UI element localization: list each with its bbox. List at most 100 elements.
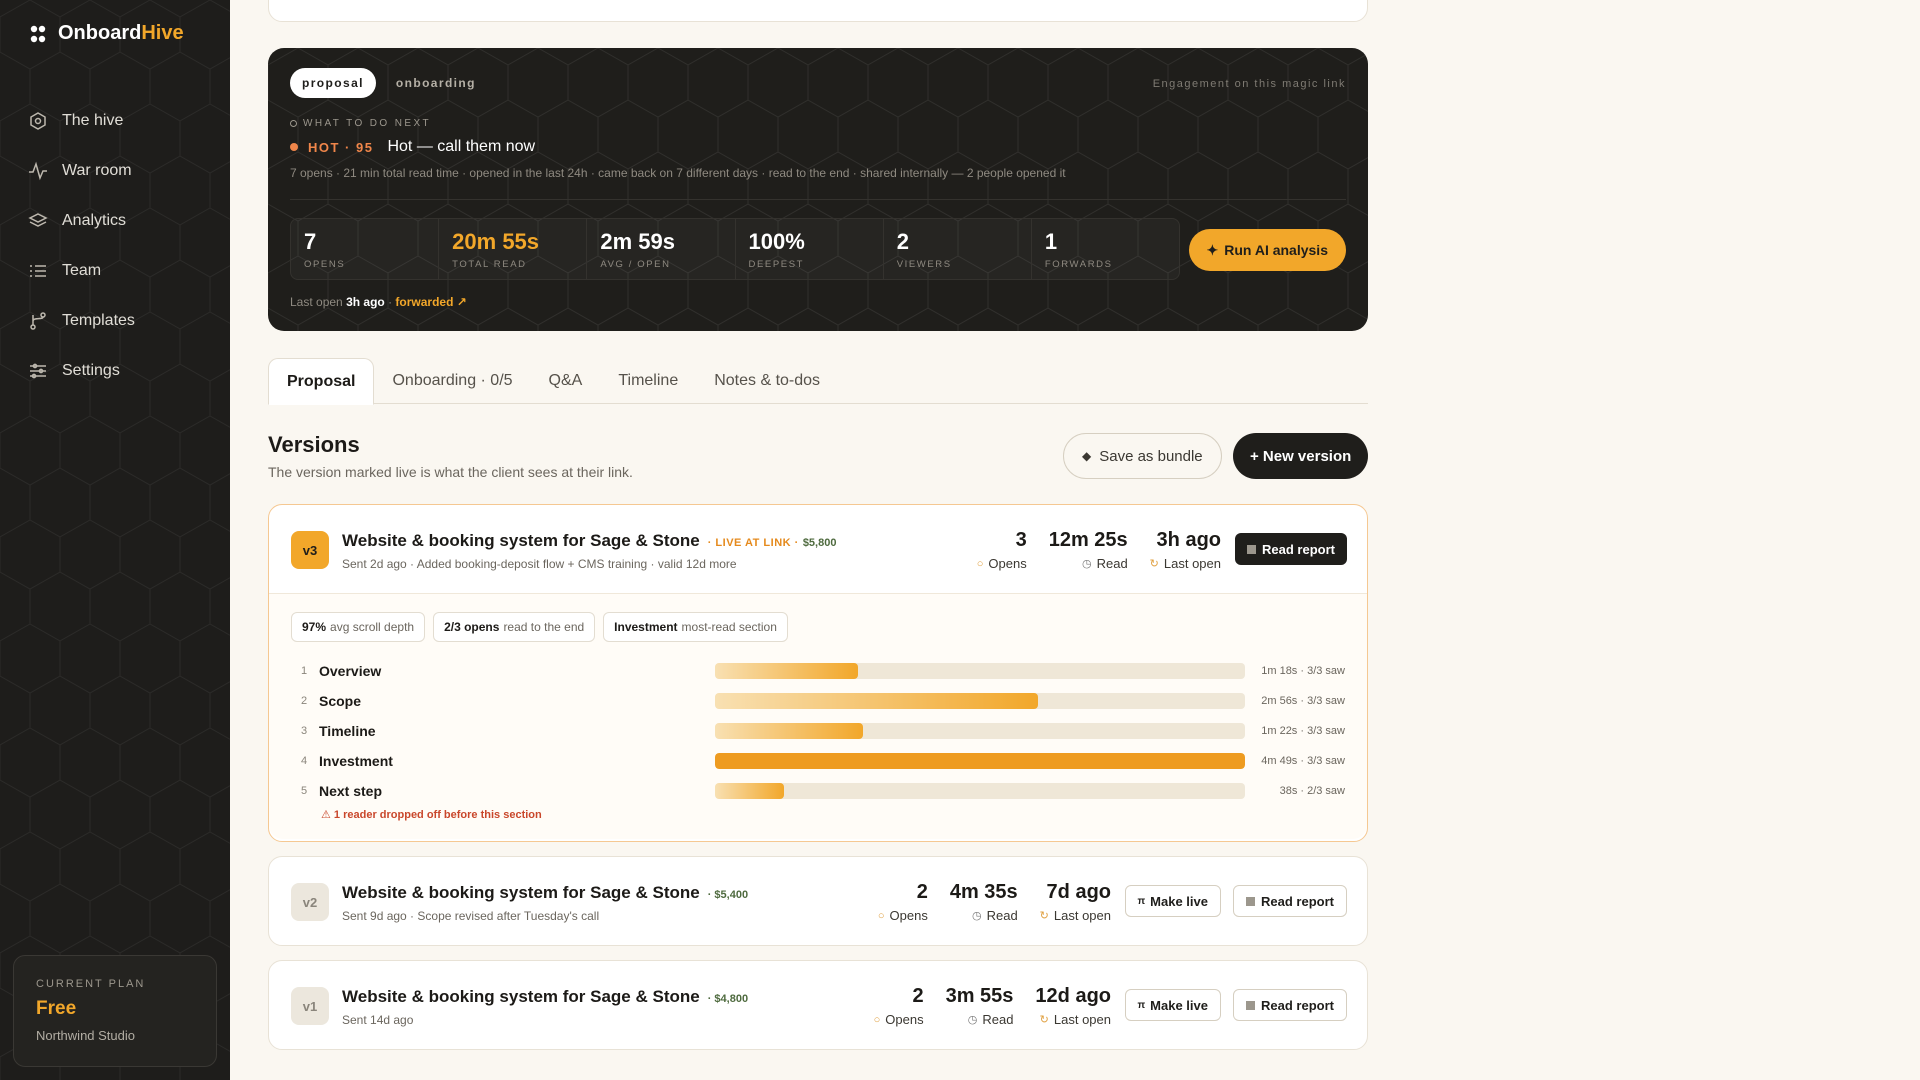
previous-card xyxy=(268,0,1368,22)
ai-button-label: Run AI analysis xyxy=(1224,242,1328,258)
stat-value: 7 xyxy=(304,229,317,254)
version-title-line: Website & booking system for Sage & Ston… xyxy=(342,531,836,551)
hot-score: HOT · 95 xyxy=(308,139,374,155)
logo-text: Onboard xyxy=(58,22,142,44)
list-icon xyxy=(30,265,46,277)
read-report-label: Read report xyxy=(1261,893,1334,909)
timer-icon: ◷ xyxy=(971,910,982,922)
hive-icon xyxy=(30,112,46,130)
section-bar-fill xyxy=(715,723,864,739)
metric-label: ○ Opens xyxy=(878,908,928,923)
engagement-note: Engagement on this magic link xyxy=(1152,78,1346,90)
metric-value: 4m 35s xyxy=(949,881,1018,903)
section-bar xyxy=(715,663,1245,679)
section-row: 5 Next step 38s · 2/3 saw xyxy=(291,776,1345,806)
version-subtitle: Sent 14d ago xyxy=(342,1013,414,1027)
chip-most-read: Investment most-read section xyxy=(603,612,788,642)
org-name: Northwind Studio xyxy=(36,1028,135,1043)
sidebar-item-the-hive[interactable]: The hive xyxy=(0,96,230,146)
version-title: Website & booking system for Sage & Ston… xyxy=(342,883,700,902)
tab-timeline[interactable]: Timeline xyxy=(600,358,696,404)
tab-notes[interactable]: Notes & to-dos xyxy=(696,358,838,404)
version-title: Website & booking system for Sage & Ston… xyxy=(342,987,700,1006)
last-open-value: 3h ago xyxy=(346,295,385,309)
last-open-prefix: Last open xyxy=(290,295,343,309)
version-price: $5,800 xyxy=(802,537,837,549)
metric-label: ○ Opens xyxy=(874,1012,924,1027)
section-time: 38s · 2/3 saw xyxy=(1279,785,1345,797)
circle-icon: ○ xyxy=(877,909,885,922)
metric-label-text: Read xyxy=(986,908,1018,923)
plan-caption: CURRENT PLAN xyxy=(36,978,146,990)
circle-icon: ○ xyxy=(976,557,984,570)
section-time: 4m 49s · 3/3 saw xyxy=(1261,755,1345,767)
metric-read: 4m 35s ◷ Read xyxy=(950,881,1018,923)
section-bar xyxy=(715,753,1245,769)
stat-value: 20m 55s xyxy=(452,229,540,254)
pill-onboarding[interactable]: onboarding xyxy=(384,68,488,98)
sidebar-item-templates[interactable]: Templates xyxy=(0,296,230,346)
last-open-sep: · xyxy=(388,295,393,309)
save-as-bundle-button[interactable]: ◆ Save as bundle xyxy=(1063,433,1222,479)
what-next-text: WHAT TO DO NEXT xyxy=(303,118,432,129)
read-report-button[interactable]: Read report xyxy=(1235,533,1347,565)
version-price: · $5,400 xyxy=(707,889,749,901)
sidebar-item-settings[interactable]: Settings xyxy=(0,346,230,396)
section-list: 1 Overview 1m 18s · 3/3 saw 2 Scope 2m 5… xyxy=(291,656,1345,806)
section-breakdown: 97% avg scroll depth 2/3 opens read to the… xyxy=(269,593,1367,839)
chip-bold: Investment xyxy=(614,620,678,634)
stat-label: DEEPEST xyxy=(748,259,805,270)
stat-label: OPENS xyxy=(304,259,346,270)
version-title: Website & booking system for Sage & Ston… xyxy=(342,531,700,550)
forwarded-link[interactable]: forwarded ↗ xyxy=(395,295,466,309)
version-row: v3 Website & booking system for Sage & S… xyxy=(269,505,1367,593)
metric-label: ○ Opens xyxy=(977,556,1027,571)
stat-value: 1 xyxy=(1044,229,1058,254)
read-report-button[interactable]: Read report xyxy=(1233,989,1347,1021)
section-bar-fill xyxy=(715,753,1245,769)
sidebar-item-analytics[interactable]: Analytics xyxy=(0,196,230,246)
plan-name: Free xyxy=(36,998,77,1019)
what-to-do-next-label: WHAT TO DO NEXT xyxy=(290,118,431,129)
sidebar-item-label: Settings xyxy=(62,362,120,379)
tab-proposal[interactable]: Proposal xyxy=(268,358,375,405)
stat-value: 2 xyxy=(896,229,909,254)
engagement-stats: 7 OPENS 20m 55s TOTAL READ 2m 59s AVG / … xyxy=(290,218,1180,280)
report-icon xyxy=(1247,544,1257,554)
layers-icon xyxy=(28,213,48,227)
new-version-button[interactable]: + New version xyxy=(1233,433,1369,479)
hot-status: HOT · 95 Hot — call them now xyxy=(290,138,535,156)
read-report-button[interactable]: Read report xyxy=(1233,885,1347,917)
make-live-button[interactable]: π Make live xyxy=(1124,989,1221,1021)
section-name: Investment xyxy=(319,753,393,769)
app-logo[interactable]: OnboardHive xyxy=(28,22,184,45)
version-metrics: 2 ○ Opens 4m 35s ◷ Read 7d ago ↻ Last open xyxy=(878,881,1111,923)
metric-value: 7d ago xyxy=(1046,881,1111,903)
chip-bold: 97% xyxy=(302,620,327,634)
metric-value: 3m 55s xyxy=(945,985,1014,1007)
metric-label: ◷ Read xyxy=(1049,556,1128,571)
report-icon xyxy=(1246,1000,1256,1010)
section-row: 1 Overview 1m 18s · 3/3 saw xyxy=(291,656,1345,686)
sidebar-item-team[interactable]: Team xyxy=(0,246,230,296)
sidebar-item-label: War room xyxy=(62,162,132,179)
version-title-line: Website & booking system for Sage & Ston… xyxy=(342,883,748,903)
live-tag: · LIVE AT LINK · xyxy=(707,537,799,549)
version-price: · $4,800 xyxy=(707,993,749,1005)
sidebar-item-war-room[interactable]: War room xyxy=(0,146,230,196)
chip-bold: 2/3 opens xyxy=(444,620,500,634)
tab-onboarding[interactable]: Onboarding · 0/5 xyxy=(374,358,530,404)
section-name: Overview xyxy=(319,663,382,679)
version-card-v2: v2 Website & booking system for Sage & S… xyxy=(268,856,1368,946)
section-time: 2m 56s · 3/3 saw xyxy=(1261,695,1345,707)
version-subtitle: Sent 2d ago · Added booking-deposit flow… xyxy=(342,557,737,571)
metric-label: ↻ Last open xyxy=(1150,556,1221,571)
pill-proposal[interactable]: proposal xyxy=(290,68,376,98)
current-plan-card[interactable]: CURRENT PLAN Free Northwind Studio xyxy=(13,955,217,1067)
run-ai-analysis-button[interactable]: ✦ Run AI analysis xyxy=(1188,229,1346,271)
last-open-info: Last open 3h ago · forwarded ↗ xyxy=(290,295,467,309)
tab-qa[interactable]: Q&A xyxy=(531,358,601,404)
insight-chips: 97% avg scroll depth 2/3 opens read to the… xyxy=(291,612,1345,642)
metric-read: 12m 25s ◷ Read xyxy=(1049,529,1128,571)
make-live-button[interactable]: π Make live xyxy=(1124,885,1221,917)
